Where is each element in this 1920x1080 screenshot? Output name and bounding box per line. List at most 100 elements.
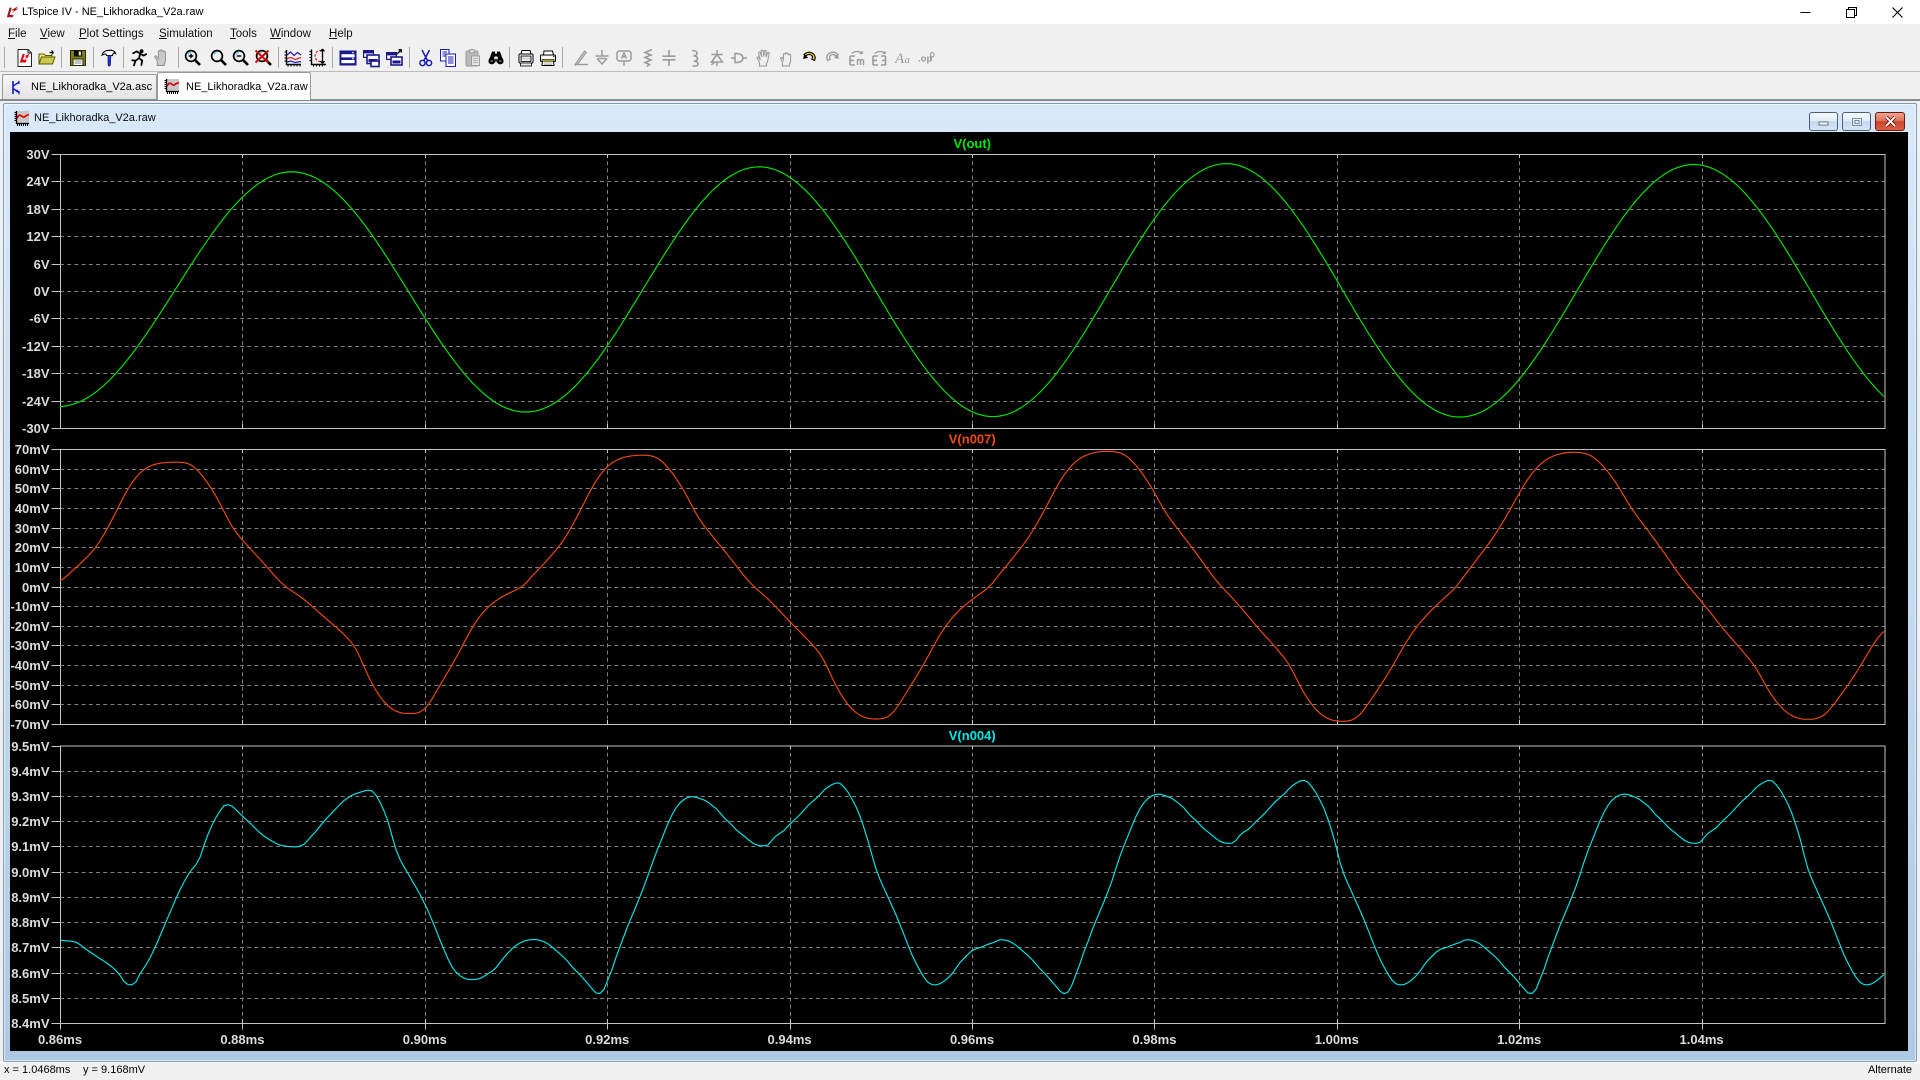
- window-titlebar: LTspice IV - NE_Likhoradka_V2a.raw: [0, 0, 1920, 24]
- cursor-y-readout: y = 9.168mV: [83, 1064, 145, 1076]
- x-axis-label: 1.00ms: [1315, 1032, 1359, 1047]
- toolbar-zoom-back-icon[interactable]: [208, 47, 230, 69]
- y-axis-label: 60mV: [15, 462, 50, 477]
- waveform-plot-area[interactable]: 30V24V18V12V6V0V-6V-12V-18V-24V-30VV(out…: [10, 132, 1908, 1051]
- toolbar-place-inductor-icon: [682, 47, 704, 69]
- close-button[interactable]: [1874, 0, 1920, 24]
- toolbar-copy-icon[interactable]: [437, 47, 459, 69]
- toolbar-autorange-y-axis-icon[interactable]: [282, 47, 304, 69]
- y-axis-label: 50mV: [15, 481, 50, 496]
- cursor-x-readout: x = 1.0468ms: [4, 1064, 70, 1076]
- child-restore-button[interactable]: [1842, 112, 1871, 131]
- x-axis-label: 0.90ms: [403, 1032, 447, 1047]
- menu-window[interactable]: Window: [270, 24, 311, 44]
- tab-waveform-label: NE_Likhoradka_V2a.raw: [186, 81, 308, 93]
- waveform-window-titlebar[interactable]: NE_Likhoradka_V2a.raw: [13, 109, 156, 127]
- tab-schematic[interactable]: NE_Likhoradka_V2a.asc: [2, 74, 157, 99]
- y-axis-label: -20mV: [10, 619, 49, 634]
- y-axis-label: 10mV: [15, 560, 50, 575]
- status-mode: Alternate: [1868, 1064, 1912, 1076]
- y-axis-label: -70mV: [10, 717, 49, 732]
- y-axis-label: 18V: [26, 202, 49, 217]
- x-axis-label: 0.94ms: [768, 1032, 812, 1047]
- menu-file[interactable]: File: [8, 24, 27, 44]
- toolbar-separator: [278, 47, 279, 68]
- minimize-button[interactable]: [1782, 0, 1828, 24]
- toolbar-place-capacitor-icon: [658, 47, 680, 69]
- y-axis-label: -50mV: [10, 678, 49, 693]
- toolbar-find-icon[interactable]: [485, 47, 507, 69]
- restore-button[interactable]: [1828, 0, 1874, 24]
- menu-view[interactable]: View: [40, 24, 65, 44]
- x-axis-label: 0.96ms: [950, 1032, 994, 1047]
- toolbar-draw-wire-icon: [570, 47, 592, 69]
- y-axis-label: 8.6mV: [11, 966, 50, 981]
- y-axis-label: 9.3mV: [11, 789, 50, 804]
- x-axis-label: 0.86ms: [38, 1032, 82, 1047]
- y-axis-label: -12V: [22, 339, 50, 354]
- menu-help[interactable]: Help: [329, 24, 353, 44]
- toolbar-tile-horizontally-icon[interactable]: [337, 47, 359, 69]
- toolbar-control-panel-icon[interactable]: [98, 47, 120, 69]
- toolbar-place-resistor-icon: [637, 47, 659, 69]
- menu-simulation[interactable]: Simulation: [159, 24, 213, 44]
- y-axis-label: -30V: [22, 421, 50, 436]
- toolbar-spice-directive-icon: .op: [916, 47, 938, 69]
- toolbar-separator: [178, 47, 179, 68]
- toolbar-place-ground-icon: [591, 47, 613, 69]
- menu-plot-settings[interactable]: Plot Settings: [79, 24, 144, 44]
- y-axis-label: -30mV: [10, 638, 49, 653]
- y-axis-label: 8.4mV: [11, 1016, 50, 1031]
- toolbar-cut-icon[interactable]: [415, 47, 437, 69]
- ltspice-logo-icon: [5, 5, 19, 19]
- toolbar-run-icon[interactable]: [128, 47, 150, 69]
- toolbar-tile-vertically-icon[interactable]: [360, 47, 382, 69]
- menu-tools[interactable]: Tools: [230, 24, 257, 44]
- toolbar-cascade-windows-icon[interactable]: [383, 47, 405, 69]
- y-axis-label: 8.9mV: [11, 890, 50, 905]
- y-axis-label: -60mV: [10, 697, 49, 712]
- toolbar-separator: [123, 47, 124, 68]
- status-bar: x = 1.0468ms y = 9.168mV Alternate: [0, 1063, 1920, 1080]
- y-axis-label: 0mV: [22, 580, 50, 595]
- y-axis-label: 30V: [26, 147, 49, 162]
- child-minimize-button[interactable]: [1809, 112, 1838, 131]
- toolbar-print-preview-icon[interactable]: [515, 47, 537, 69]
- toolbar-separator: [509, 47, 510, 68]
- toolbar-open-icon[interactable]: [36, 47, 58, 69]
- toolbar-save-icon[interactable]: [67, 47, 89, 69]
- y-axis-label: 6V: [34, 257, 50, 272]
- tab-schematic-label: NE_Likhoradka_V2a.asc: [31, 81, 152, 93]
- waveform-svg: 30V24V18V12V6V0V-6V-12V-18V-24V-30VV(out…: [10, 132, 1908, 1051]
- tab-bar: NE_Likhoradka_V2a.asc NE_Likhoradka_V2a.…: [0, 72, 1920, 100]
- y-axis-label: 9.5mV: [11, 739, 50, 754]
- toolbar-print-icon[interactable]: [537, 47, 559, 69]
- toolbar-zoom-out-icon[interactable]: [230, 47, 252, 69]
- y-axis-label: 8.5mV: [11, 991, 50, 1006]
- child-close-button[interactable]: [1875, 112, 1905, 131]
- y-axis-label: -6V: [29, 311, 50, 326]
- y-axis-label: 0V: [34, 284, 50, 299]
- x-axis-label: 1.02ms: [1497, 1032, 1541, 1047]
- pane-title: V(n007): [949, 432, 996, 447]
- toolbar-redo-icon: [822, 47, 844, 69]
- toolbar-new-schematic-icon[interactable]: [14, 47, 36, 69]
- y-axis-label: -10mV: [10, 599, 49, 614]
- toolbar-plot-settings-icon[interactable]: [306, 47, 328, 69]
- y-axis-label: 9.0mV: [11, 865, 50, 880]
- toolbar-separator: [61, 47, 62, 68]
- x-axis-label: 0.92ms: [585, 1032, 629, 1047]
- waveform-window-title: NE_Likhoradka_V2a.raw: [34, 109, 156, 127]
- toolbar-place-diode-icon: [706, 47, 728, 69]
- toolbar: Aa.op: [0, 44, 1920, 72]
- tab-waveform[interactable]: NE_Likhoradka_V2a.raw: [157, 72, 311, 100]
- y-axis-label: 8.8mV: [11, 915, 50, 930]
- y-axis-label: 12V: [26, 229, 49, 244]
- waveform-icon: [163, 78, 180, 95]
- toolbar-paste-icon: [462, 47, 484, 69]
- toolbar-zoom-full-extents-icon[interactable]: [252, 47, 274, 69]
- toolbar-zoom-in-icon[interactable]: [182, 47, 204, 69]
- y-axis-label: -24V: [22, 394, 50, 409]
- toolbar-undo-icon[interactable]: [798, 47, 820, 69]
- x-axis-label: 1.04ms: [1680, 1032, 1724, 1047]
